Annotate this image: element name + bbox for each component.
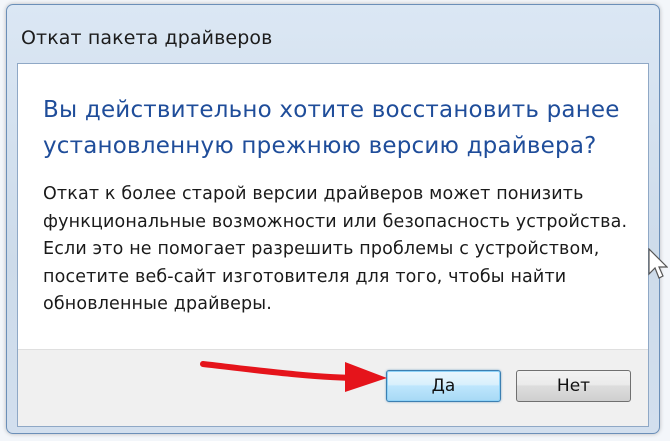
mouse-cursor-icon [648, 248, 668, 279]
dialog-content-area: Вы действительно хотите восстановить ран… [17, 63, 649, 427]
content-text: Откат к более старой версии драйверов мо… [43, 184, 628, 314]
title-bar[interactable]: Откат пакета драйверов [7, 5, 659, 63]
window-title: Откат пакета драйверов [21, 27, 273, 49]
button-bar: Да Нет [18, 349, 648, 426]
no-button[interactable]: Нет [516, 370, 631, 402]
yes-button[interactable]: Да [386, 370, 501, 402]
main-instruction: Вы действительно хотите восстановить ран… [43, 97, 620, 159]
rollback-driver-dialog: Откат пакета драйверов Вы действительно … [6, 4, 660, 434]
